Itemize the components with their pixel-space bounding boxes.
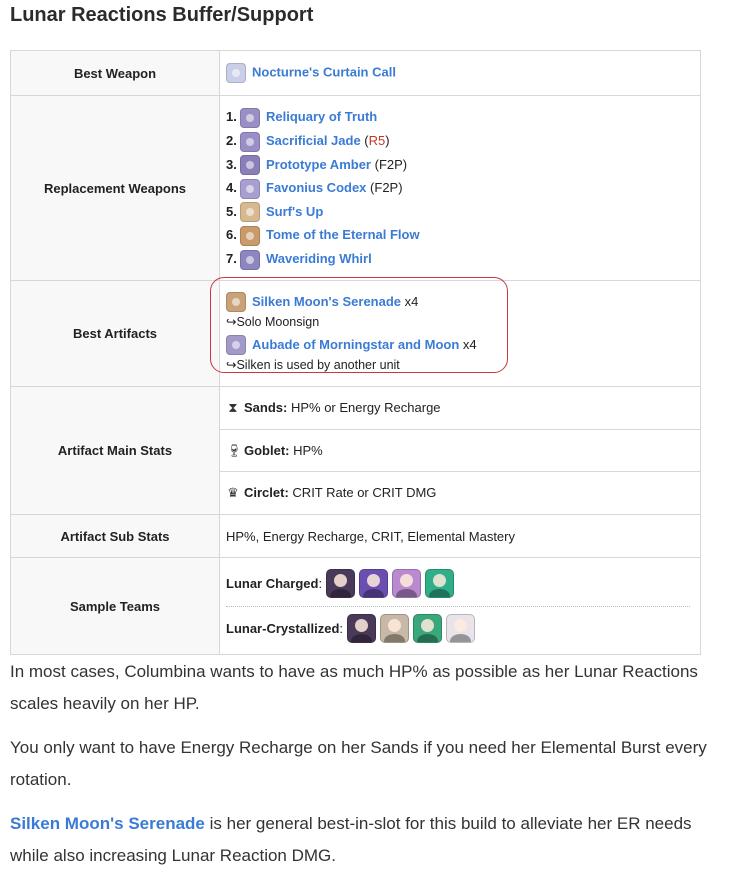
sample-teams-cell: Lunar Charged: Lunar-Crystallized: <box>219 557 701 656</box>
artifact-note: ↪Silken is used by another unit <box>226 358 400 372</box>
character-icon[interactable] <box>325 569 355 599</box>
replacement-weapon-item: 6. Tome of the Eternal Flow <box>226 223 694 247</box>
circlet-stat: ♛ Circlet: CRIT Rate or CRIT DMG <box>220 472 700 514</box>
best-weapon-row: Best Weapon Nocturne's Curtain Call <box>10 50 701 96</box>
goblet-stat: 🍷︎Goblet: HP% <box>220 430 700 473</box>
section-title: Lunar Reactions Buffer/Support <box>10 4 314 26</box>
item-number: 4. <box>226 180 237 196</box>
best-weapon-cell: Nocturne's Curtain Call <box>219 50 701 96</box>
weapon-link[interactable]: Surf's Up <box>266 204 323 219</box>
weapon-link[interactable]: Favonius Codex <box>266 180 366 195</box>
paragraph-energy: You only want to have Energy Recharge on… <box>10 738 707 789</box>
replacement-weapon-item: 2. Sacrificial Jade (R5) <box>226 129 694 153</box>
crown-icon: ♛ <box>227 485 239 501</box>
best-artifacts-row: Best Artifacts Silken Moon's Serenade x4… <box>10 280 701 387</box>
f2p-note: (F2P) <box>370 180 403 196</box>
character-icon[interactable] <box>379 614 409 644</box>
weapon-link[interactable]: Prototype Amber <box>266 157 371 172</box>
replacement-weapon-item: 7. Waveriding Whirl <box>226 247 694 271</box>
silken-link[interactable]: Silken Moon's Serenade <box>10 814 205 833</box>
weapon-link[interactable]: Sacrificial Jade <box>266 133 361 148</box>
weapon-icon[interactable] <box>240 131 260 152</box>
item-number: 2. <box>226 133 237 149</box>
f2p-note: (F2P) <box>374 156 408 172</box>
weapon-icon[interactable] <box>226 63 246 83</box>
replacement-weapons-row: Replacement Weapons 1. Reliquary of Truth… <box>10 95 701 281</box>
team-lunar-charged: Lunar Charged: <box>226 562 694 606</box>
best-artifacts-cell: Silken Moon's Serenade x4 ↪Solo Moonsign… <box>219 280 701 387</box>
sands-stat: ⧗ Sands: HP% or Energy Recharge <box>220 387 700 430</box>
goblet-icon: 🍷︎ <box>226 442 243 458</box>
item-number: 7. <box>226 250 237 266</box>
weapon-icon[interactable] <box>240 202 260 223</box>
weapon-link[interactable]: Tome of the Eternal Flow <box>266 227 420 242</box>
character-icon[interactable] <box>346 614 376 644</box>
artifact-note: ↪Solo Moonsign <box>226 315 320 329</box>
best-weapon-label: Best Weapon <box>10 50 220 96</box>
replacement-weapon-item: 1. Reliquary of Truth <box>226 105 694 129</box>
sample-teams-row: Sample Teams Lunar Charged: Lunar-Crysta… <box>10 557 701 656</box>
artifact-icon[interactable] <box>226 335 246 356</box>
character-icon[interactable] <box>391 569 421 599</box>
weapon-link[interactable]: Reliquary of Truth <box>266 109 377 124</box>
item-number: 6. <box>226 227 237 243</box>
character-icon[interactable] <box>424 569 454 599</box>
paragraph-hp: In most cases, Columbina wants to have a… <box>10 662 698 713</box>
character-icon[interactable] <box>358 569 388 599</box>
best-weapon-link[interactable]: Nocturne's Curtain Call <box>252 64 396 79</box>
sample-teams-label: Sample Teams <box>10 557 220 656</box>
weapon-icon[interactable] <box>240 225 260 246</box>
artifact-link[interactable]: Aubade of Morningstar and Moon <box>252 337 459 352</box>
artifact-icon[interactable] <box>226 292 246 313</box>
main-stats-label: Artifact Main Stats <box>10 385 220 516</box>
weapon-icon[interactable] <box>240 178 260 199</box>
set-count: x4 <box>404 293 419 309</box>
item-number: 5. <box>226 203 237 219</box>
refinement-note: (R5) <box>364 133 390 149</box>
best-artifacts-label: Best Artifacts <box>10 280 220 387</box>
team-lunar-crystallized: Lunar-Crystallized: <box>226 607 694 651</box>
artifact-link[interactable]: Silken Moon's Serenade <box>252 294 401 309</box>
weapon-icon[interactable] <box>240 107 260 128</box>
weapon-link[interactable]: Waveriding Whirl <box>266 251 372 266</box>
main-stats-cell: ⧗ Sands: HP% or Energy Recharge 🍷︎Goblet:… <box>219 385 701 516</box>
weapon-icon[interactable] <box>240 249 260 270</box>
sub-stats-label: Artifact Sub Stats <box>10 514 220 559</box>
sub-stats-value: HP%, Energy Recharge, CRIT, Elemental Ma… <box>219 514 701 559</box>
team-name: Lunar-Crystallized <box>226 621 340 637</box>
replacement-weapon-item: 5. Surf's Up <box>226 200 694 224</box>
replacement-weapons-label: Replacement Weapons <box>10 95 220 281</box>
hourglass-icon: ⧗ <box>228 400 238 415</box>
team-name: Lunar Charged <box>226 576 319 592</box>
replacement-weapons-cell: 1. Reliquary of Truth 2. Sacrificial Jade … <box>219 95 701 281</box>
artifact-set-item: Aubade of Morningstar and Moon x4 <box>226 334 694 356</box>
item-number: 1. <box>226 109 237 125</box>
build-table: Best Weapon Nocturne's Curtain Call Repl… <box>10 50 701 656</box>
main-stats-row: Artifact Main Stats ⧗ Sands: HP% or Energ… <box>10 385 701 516</box>
replacement-weapon-item: 3. Prototype Amber (F2P) <box>226 153 694 177</box>
character-icon[interactable] <box>445 614 475 644</box>
replacement-weapon-item: 4. Favonius Codex (F2P) <box>226 176 694 200</box>
paragraph-silken: Silken Moon's Serenade is her general be… <box>10 808 710 872</box>
weapon-icon[interactable] <box>240 155 260 176</box>
set-count: x4 <box>462 336 477 352</box>
item-number: 3. <box>226 156 237 172</box>
character-icon[interactable] <box>412 614 442 644</box>
artifact-set-item: Silken Moon's Serenade x4 <box>226 291 694 313</box>
sub-stats-row: Artifact Sub Stats HP%, Energy Recharge,… <box>10 514 701 559</box>
